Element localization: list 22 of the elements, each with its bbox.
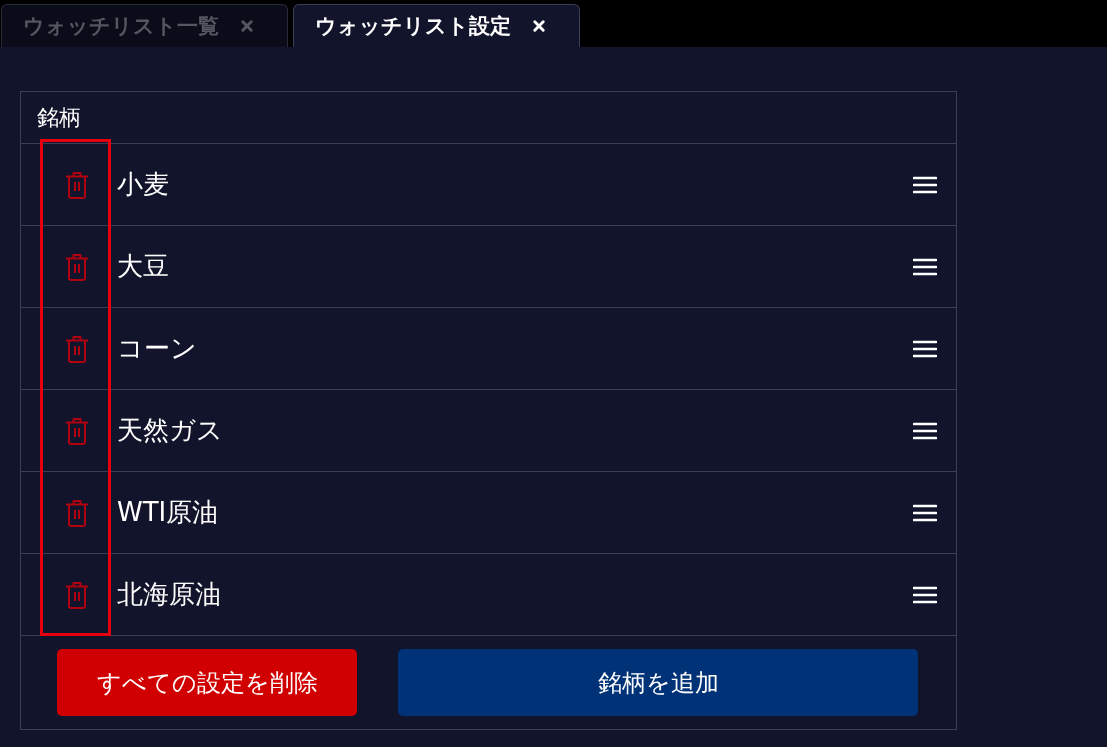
trash-icon[interactable] [65,498,89,527]
add-button[interactable]: 銘柄を追加 [398,649,918,716]
drag-handle-icon[interactable] [913,339,937,358]
drag-handle-icon[interactable] [913,257,937,276]
trash-icon[interactable] [65,334,89,363]
column-header: 銘柄 [37,103,81,132]
drag-handle-icon[interactable] [913,421,937,440]
symbol-name: 小麦 [117,168,169,201]
drag-handle-icon[interactable] [913,175,937,194]
symbol-name: 大豆 [117,250,169,283]
trash-icon[interactable] [65,416,89,445]
symbol-name: 北海原油 [117,578,221,611]
symbol-name: コーン [117,332,197,365]
trash-icon[interactable] [65,252,89,281]
delete-all-button[interactable]: すべての設定を削除 [57,649,357,716]
trash-icon[interactable] [65,170,89,199]
drag-handle-icon[interactable] [913,503,937,522]
drag-handle-icon[interactable] [913,585,937,604]
tab[interactable]: ウォッチリスト設定 [293,4,580,47]
symbol-name: 天然ガス [117,414,223,447]
symbol-name: WTI原油 [117,496,219,529]
trash-icon[interactable] [65,580,89,609]
